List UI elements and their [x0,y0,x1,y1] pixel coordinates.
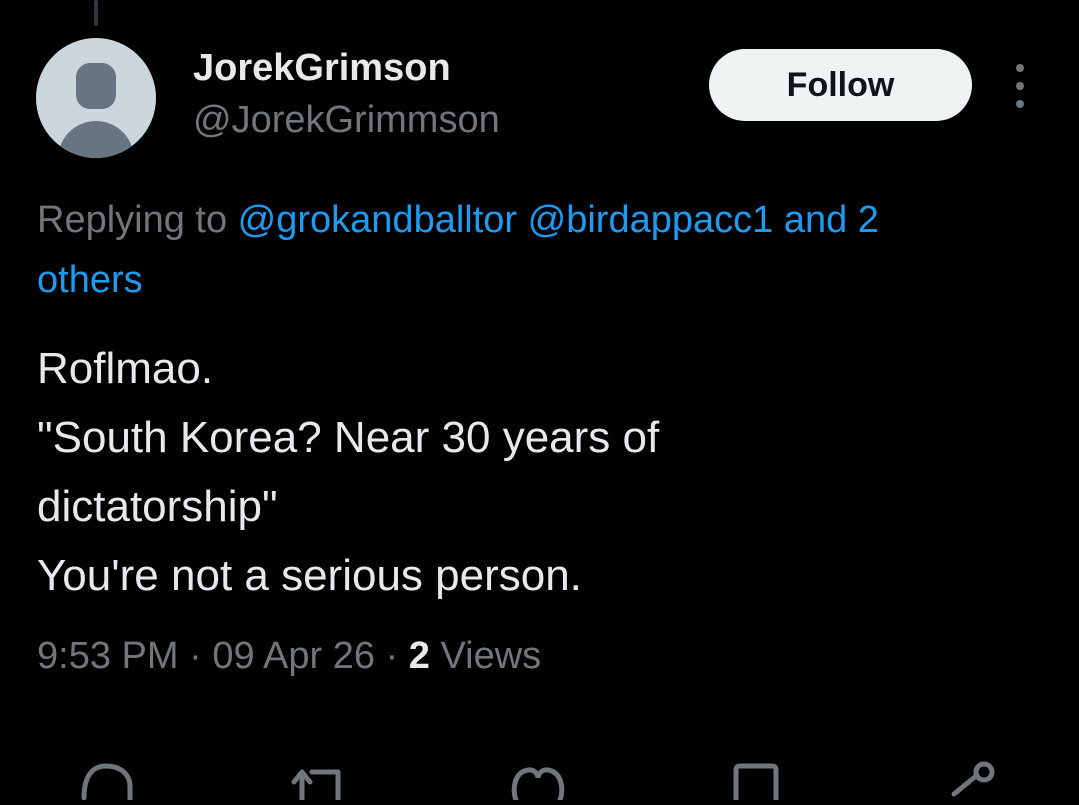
follow-button[interactable]: Follow [709,49,972,121]
avatar[interactable] [36,38,156,158]
tweet-time[interactable]: 9:53 PM [37,635,179,677]
reply-icon[interactable] [76,760,136,803]
tweet-line: You're not a serious person. [37,551,582,600]
share-icon[interactable] [940,760,1000,800]
reply-prefix: Replying to [37,199,238,241]
avatar-head-shape [76,63,116,109]
tweet-line: Roflmao. [37,344,214,393]
avatar-shoulders-shape [58,121,134,158]
views-count: 2 [408,635,430,677]
tweet-meta: 9:53 PM · 09 Apr 26 · 2 Views [37,628,541,684]
thread-connector-line [94,0,98,26]
retweet-icon[interactable] [288,760,348,803]
author-handle[interactable]: @JorekGrimmson [193,98,500,142]
views-label: Views [440,635,542,677]
others-label: others [37,259,143,301]
meta-separator: · [385,635,399,677]
more-vertical-icon[interactable] [1006,64,1034,108]
tweet-date[interactable]: 09 Apr 26 [212,635,375,677]
tweet-line: dictatorship" [37,482,278,531]
reply-context: Replying to @grokandballtor @birdappacc1… [37,190,1057,310]
action-bar [0,760,1079,803]
and-others-count: and 2 [773,199,879,241]
heart-icon[interactable] [508,760,568,803]
tweet-line: "South Korea? Near 30 years of [37,413,660,462]
meta-separator: · [189,635,202,677]
author-display-name[interactable]: JorekGrimson [193,46,451,90]
mention-link-grokandballtor[interactable]: @grokandballtor [238,199,517,241]
bookmark-icon[interactable] [726,760,786,803]
tweet-text: Roflmao. "South Korea? Near 30 years of … [37,334,1047,610]
mention-link-birdappacc1[interactable]: @birdappacc1 [528,199,774,241]
